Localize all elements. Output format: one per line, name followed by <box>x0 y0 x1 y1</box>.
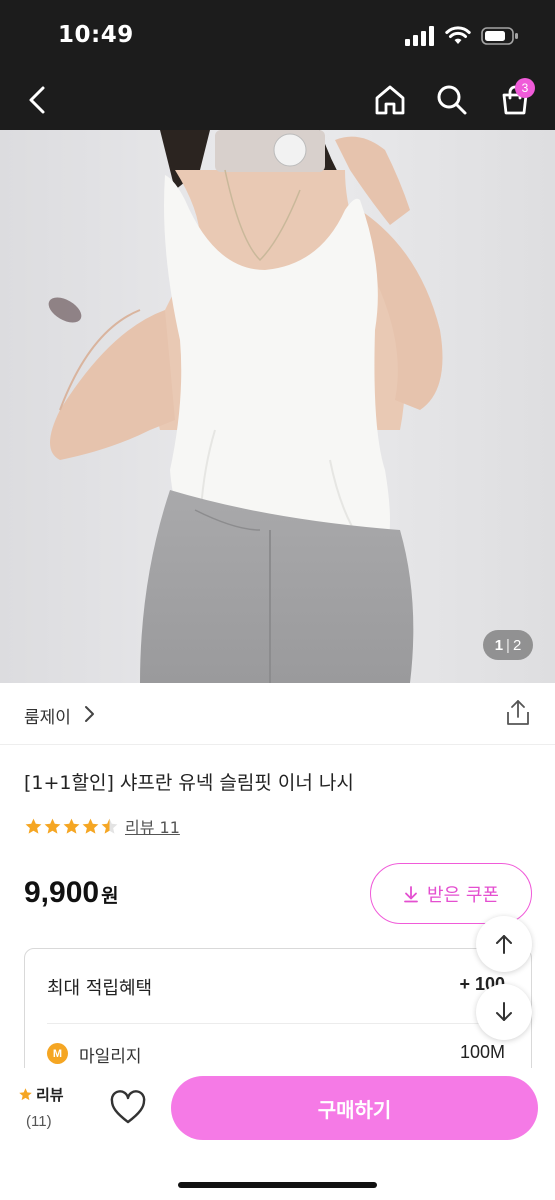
nav-bar: 3 <box>0 70 555 130</box>
divider <box>47 1023 509 1024</box>
image-counter: 1 | 2 <box>483 630 533 660</box>
coupon-label: 받은 쿠폰 <box>427 884 499 906</box>
wifi-icon <box>445 26 471 44</box>
bottom-action-bar: 리뷰 (11) 구매하기 <box>0 1068 555 1200</box>
search-icon <box>437 85 467 115</box>
share-icon <box>507 700 529 725</box>
rating-row: 리뷰 11 <box>24 814 180 838</box>
buy-button[interactable]: 구매하기 <box>171 1076 538 1140</box>
price-unit: 원 <box>101 885 119 907</box>
rating-star-icon <box>101 818 118 834</box>
product-photo <box>0 130 555 683</box>
review-summary-button[interactable]: 리뷰 (11) <box>18 1084 78 1130</box>
product-title: [1+1할인] 샤프란 유넥 슬림핏 이너 나시 <box>24 772 354 794</box>
review-count-link[interactable]: 리뷰 11 <box>125 814 180 838</box>
price-value: 9,900 <box>24 876 100 909</box>
arrow-down-icon <box>496 1002 512 1021</box>
scroll-down-button[interactable] <box>476 984 532 1040</box>
review-summary-top: 리뷰 <box>18 1084 78 1105</box>
home-indicator <box>178 1182 377 1188</box>
chevron-left-icon <box>29 86 45 114</box>
rating-star-icon <box>82 818 99 834</box>
home-button[interactable] <box>368 78 412 122</box>
download-icon <box>404 885 418 902</box>
image-counter-total: 2 <box>512 636 522 654</box>
heart-icon <box>110 1090 146 1124</box>
review-summary-label: 리뷰 <box>36 1086 64 1104</box>
signal-icon <box>405 26 434 46</box>
brand-name[interactable]: 룸제이 <box>24 703 71 728</box>
image-counter-current: 1 <box>494 636 504 654</box>
chevron-right-icon[interactable] <box>82 705 96 723</box>
brand-row: 룸제이 <box>0 683 555 745</box>
rating-star-icon <box>25 818 42 834</box>
cart-count-badge: 3 <box>515 78 535 98</box>
mileage-label: 마일리지 <box>79 1047 142 1067</box>
image-counter-separator: | <box>506 636 510 654</box>
share-button[interactable] <box>503 698 533 728</box>
mileage-value: 100M <box>459 1042 505 1062</box>
back-button[interactable] <box>16 78 60 122</box>
received-coupon-button[interactable]: 받은 쿠폰 <box>370 863 532 924</box>
wishlist-button[interactable] <box>108 1088 148 1128</box>
search-button[interactable] <box>430 78 474 122</box>
status-time: 10:49 <box>58 22 134 48</box>
rating-star-icon <box>44 818 61 834</box>
status-icons <box>405 26 519 46</box>
scroll-up-button[interactable] <box>476 916 532 972</box>
rating-stars <box>24 817 119 836</box>
product-image[interactable]: 1 | 2 <box>0 130 555 683</box>
price: 9,900 원 <box>24 876 119 910</box>
home-icon <box>375 85 405 115</box>
cart-button[interactable]: 3 <box>493 78 537 122</box>
benefit-title: 최대 적립혜택 <box>47 978 153 999</box>
arrow-up-icon <box>496 935 512 954</box>
battery-icon <box>481 27 518 45</box>
rating-star-icon <box>63 818 80 834</box>
status-bar: 10:49 <box>0 0 555 70</box>
review-summary-count: (11) <box>26 1113 52 1130</box>
star-icon <box>19 1088 32 1101</box>
mileage-coin-icon: M <box>47 1043 68 1064</box>
